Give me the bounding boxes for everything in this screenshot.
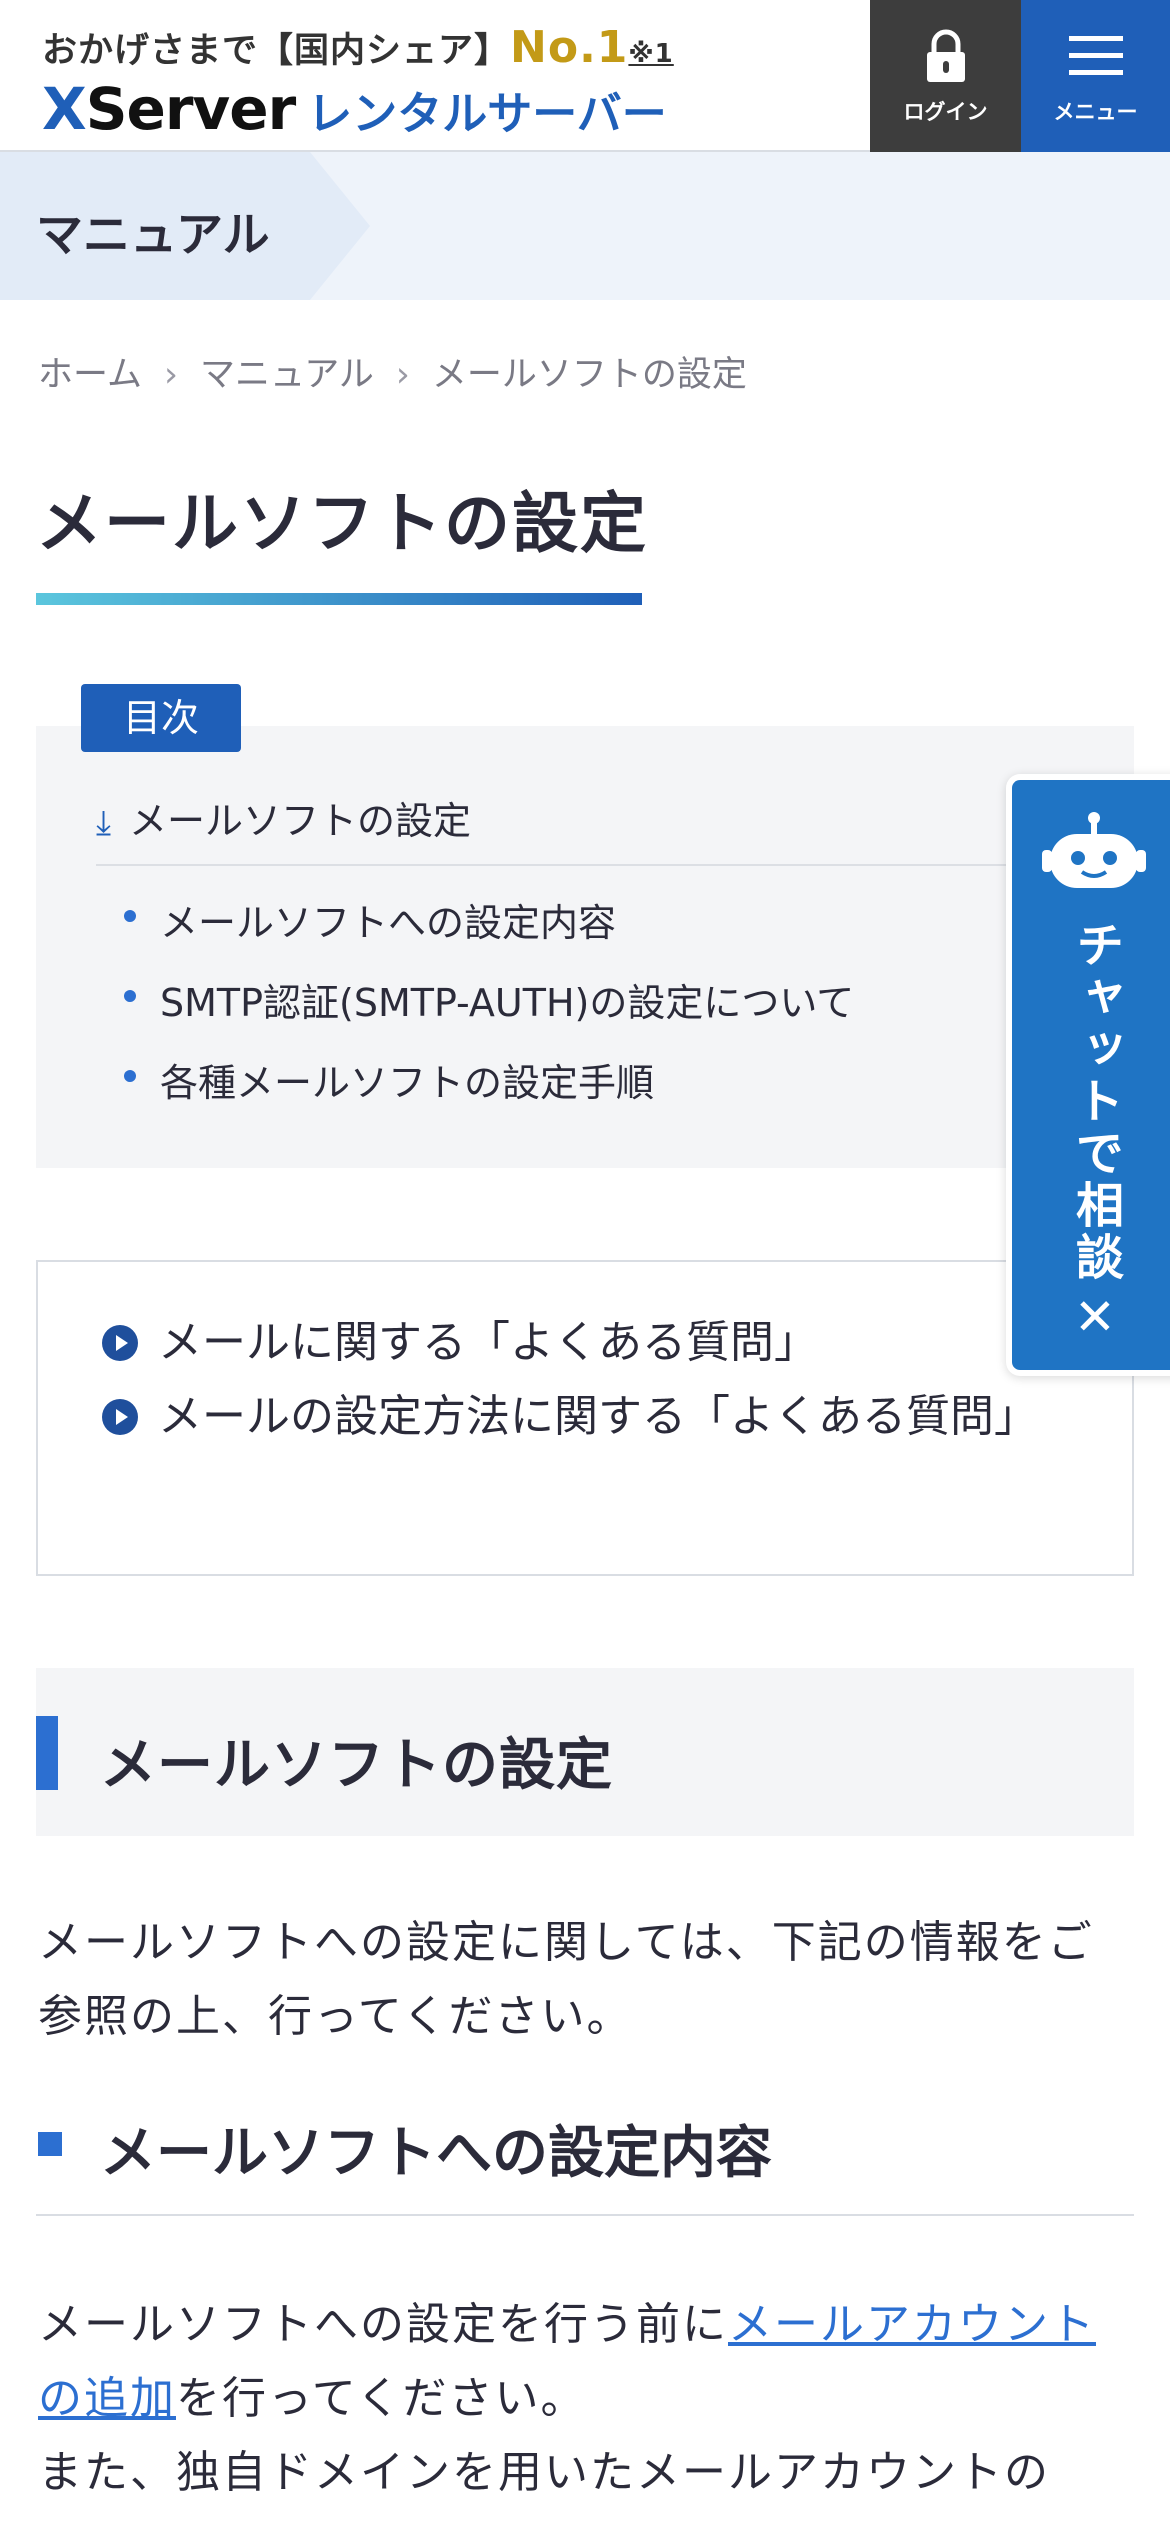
brand-server: Server <box>85 75 296 143</box>
banner-title: マニュアル <box>36 208 270 263</box>
settings-paragraph-2: また、独自ドメインを用いたメールアカウントの <box>38 2447 1050 2498</box>
tagline-prefix: おかげさまで【国内シェア】 <box>42 31 511 71</box>
tagline-note: ※1 <box>628 39 674 69</box>
section-heading-text: メールソフトの設定 <box>100 1733 613 1798</box>
faq-link-mail-settings[interactable]: メールの設定方法に関する「よくある質問」 <box>102 1380 1062 1454</box>
subsection-heading-text: メールソフトへの設定内容 <box>100 2121 772 2186</box>
toc-divider <box>96 864 1096 866</box>
chat-label: チャットで相談 <box>1067 920 1123 1284</box>
lock-icon <box>926 29 965 82</box>
toc-main-item[interactable]: ⤓ メールソフトの設定 <box>96 790 471 845</box>
login-label: ログイン <box>903 100 988 124</box>
subsection-heading: メールソフトへの設定内容 <box>36 2108 1134 2216</box>
login-button[interactable]: ログイン <box>870 0 1021 152</box>
menu-button[interactable]: メニュー <box>1021 0 1170 152</box>
breadcrumb-current: メールソフトの設定 <box>431 355 747 395</box>
menu-label: メニュー <box>1053 100 1138 124</box>
play-circle-icon <box>102 1399 138 1435</box>
para-text: を行ってください。 <box>176 2373 587 2424</box>
robot-icon <box>1042 812 1146 888</box>
toc-sub-item[interactable]: SMTP認証(SMTP-AUTH)の設定について <box>123 972 854 1027</box>
title-underline <box>36 593 642 605</box>
brand-xserver: XServer <box>42 75 296 143</box>
faq-link-label: メールに関する「よくある質問」 <box>158 1317 818 1368</box>
brand-x: X <box>42 75 87 143</box>
breadcrumb: ホーム › マニュアル › メールソフトの設定 <box>38 346 747 397</box>
toc-label: 目次 <box>81 684 241 752</box>
logo-tagline: おかげさまで【国内シェア】No.1※1 <box>42 22 674 73</box>
section-heading: メールソフトの設定 <box>36 1668 1134 1836</box>
tagline-no1: No.1 <box>510 22 629 73</box>
chat-consult-button[interactable]: チャットで相談 ✕ <box>1006 774 1170 1376</box>
square-bullet-icon <box>38 2132 62 2156</box>
category-banner: マニュアル <box>0 152 1170 300</box>
breadcrumb-manual[interactable]: マニュアル <box>200 355 374 395</box>
settings-paragraph: メールソフトへの設定を行う前にメールアカウントの追加を行ってください。 <box>38 2288 1098 2436</box>
close-icon[interactable]: ✕ <box>1074 1288 1116 1346</box>
site-logo[interactable]: おかげさまで【国内シェア】No.1※1 XServer レンタルサーバー <box>42 22 674 143</box>
section-intro: メールソフトへの設定に関しては、下記の情報をご参照の上、行ってください。 <box>38 1917 1094 2042</box>
faq-link-mail[interactable]: メールに関する「よくある質問」 <box>102 1306 1062 1380</box>
play-circle-icon <box>102 1325 138 1361</box>
faq-links-box: メールに関する「よくある質問」 メールの設定方法に関する「よくある質問」 <box>36 1260 1134 1576</box>
chevron-right-icon: › <box>163 355 178 395</box>
chevron-right-icon: › <box>395 355 410 395</box>
toc-sub-item[interactable]: メールソフトへの設定内容 <box>123 892 616 947</box>
section-accent-bar <box>36 1716 58 1790</box>
breadcrumb-home[interactable]: ホーム <box>38 355 142 395</box>
page-title: メールソフトの設定 <box>36 485 648 562</box>
toc-sub-item[interactable]: 各種メールソフトの設定手順 <box>123 1052 654 1107</box>
logo-brand: XServer レンタルサーバー <box>42 75 674 143</box>
brand-subtitle: レンタルサーバー <box>307 87 667 140</box>
hamburger-icon <box>1068 36 1123 75</box>
site-header: おかげさまで【国内シェア】No.1※1 XServer レンタルサーバー ログイン… <box>0 0 1170 152</box>
para-text: メールソフトへの設定を行う前に <box>38 2299 728 2350</box>
download-arrow-icon: ⤓ <box>96 803 112 843</box>
toc-main-label: メールソフトの設定 <box>129 799 472 843</box>
faq-link-label: メールの設定方法に関する「よくある質問」 <box>158 1391 1038 1442</box>
